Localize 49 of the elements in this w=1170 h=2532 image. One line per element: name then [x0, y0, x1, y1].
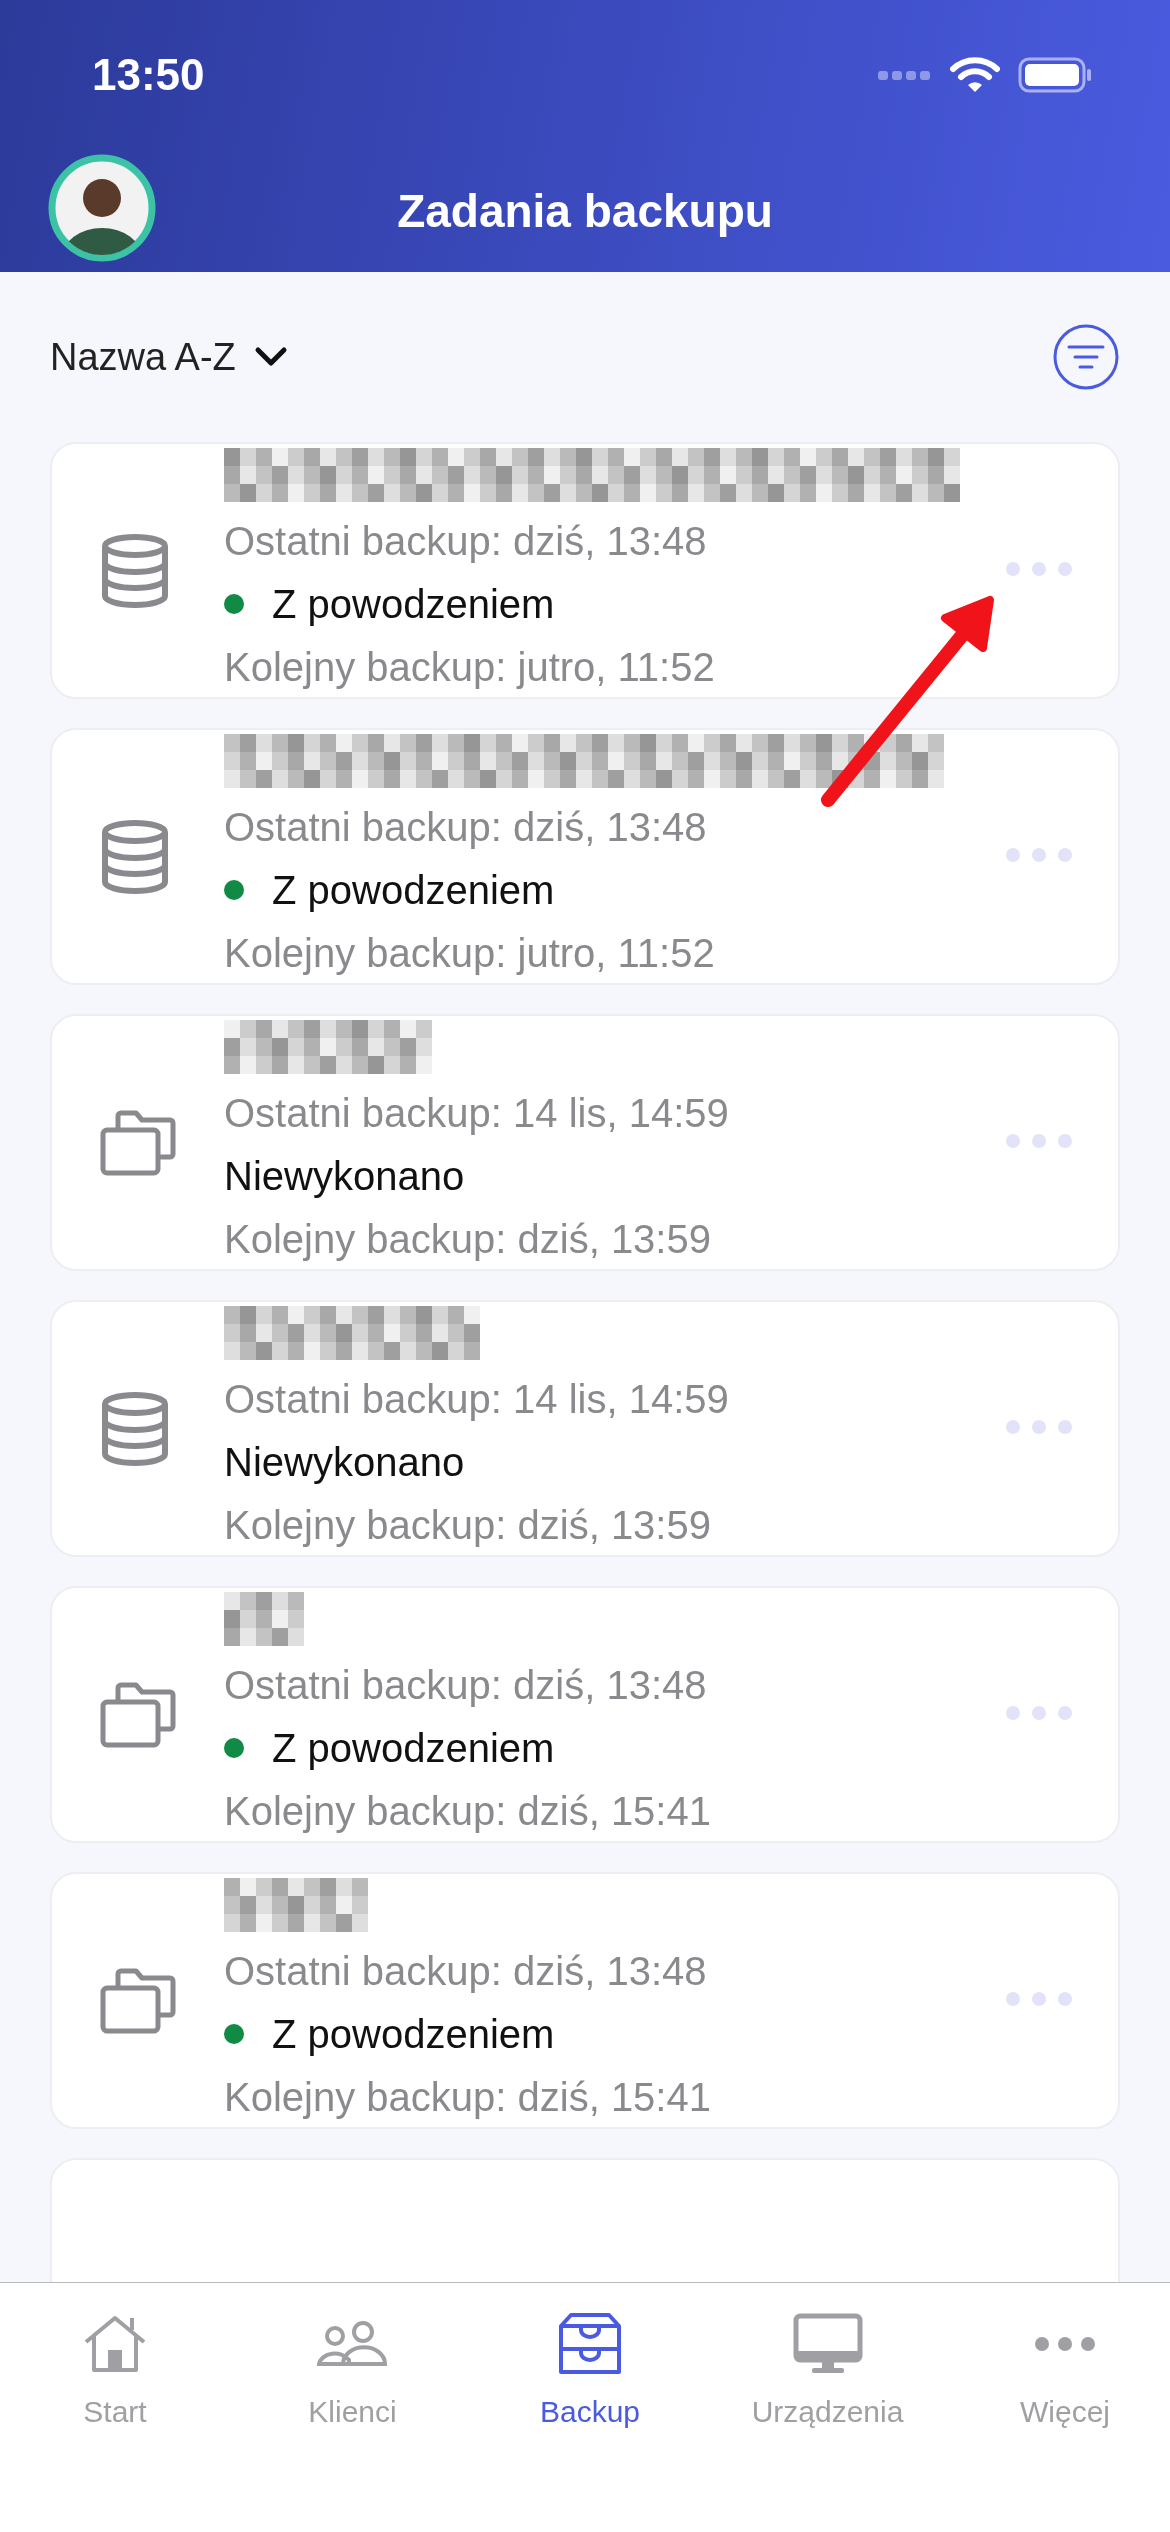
- next-backup-text: Kolejny backup: jutro, 11:52: [224, 930, 716, 977]
- more-icon: [1006, 1134, 1072, 1148]
- status-text: Niewykonano: [224, 1153, 465, 1200]
- status-text: Z powodzeniem: [272, 581, 555, 628]
- people-icon: [316, 2320, 389, 2368]
- folders-icon: [100, 1967, 176, 2034]
- home-icon: [82, 2314, 148, 2374]
- folders-icon: [100, 1109, 176, 1176]
- next-backup-text: Kolejny backup: dziś, 15:41: [224, 2074, 712, 2121]
- chevron-down-icon: [253, 346, 288, 368]
- database-icon: [100, 1391, 170, 1466]
- last-backup-text: Ostatni backup: dziś, 13:48: [224, 1662, 708, 1709]
- database-icon: [100, 819, 170, 894]
- status-text: Z powodzeniem: [272, 2011, 555, 2058]
- status-text: Niewykonano: [224, 1439, 465, 1486]
- more-icon: [1035, 2337, 1095, 2351]
- archive-box-icon: [559, 2312, 621, 2376]
- sort-dropdown[interactable]: Nazwa A-Z: [50, 335, 288, 379]
- battery-icon: [1018, 57, 1092, 93]
- avatar[interactable]: [48, 154, 156, 262]
- monitor-icon: [791, 2313, 864, 2375]
- tab[interactable]: Więcej: [980, 2311, 1150, 2429]
- status-text: Z powodzeniem: [272, 1725, 555, 1772]
- tab[interactable]: Start: [30, 2311, 200, 2429]
- more-icon: [1006, 562, 1072, 576]
- status-text: Z powodzeniem: [272, 867, 555, 914]
- next-backup-text: Kolejny backup: dziś, 13:59: [224, 1216, 712, 1263]
- next-backup-text: Kolejny backup: dziś, 13:59: [224, 1502, 712, 1549]
- next-backup-text: Kolejny backup: jutro, 11:52: [224, 644, 716, 691]
- tab[interactable]: Backup: [505, 2311, 675, 2429]
- screen-title: Zadania backupu: [397, 184, 773, 238]
- filter-icon[interactable]: [1052, 323, 1120, 391]
- status-time: 13:50: [92, 50, 205, 100]
- folders-icon: [100, 1681, 176, 1748]
- signal-icon: [878, 69, 932, 81]
- next-backup-text: Kolejny backup: dziś, 15:41: [224, 1788, 712, 1835]
- tab[interactable]: Klienci: [267, 2311, 438, 2429]
- more-icon: [1006, 1420, 1072, 1434]
- wifi-icon: [950, 56, 1000, 94]
- last-backup-text: Ostatni backup: dziś, 13:48: [224, 1948, 708, 1995]
- more-icon: [1006, 848, 1072, 862]
- last-backup-text: Ostatni backup: 14 lis, 14:59: [224, 1090, 730, 1137]
- database-icon: [100, 533, 170, 608]
- more-icon: [1006, 1992, 1072, 2006]
- tab[interactable]: Urządzenia: [742, 2311, 913, 2429]
- last-backup-text: Ostatni backup: dziś, 13:48: [224, 804, 708, 851]
- last-backup-text: Ostatni backup: 14 lis, 14:59: [224, 1376, 730, 1423]
- more-icon: [1006, 1706, 1072, 1720]
- last-backup-text: Ostatni backup: dziś, 13:48: [224, 518, 708, 565]
